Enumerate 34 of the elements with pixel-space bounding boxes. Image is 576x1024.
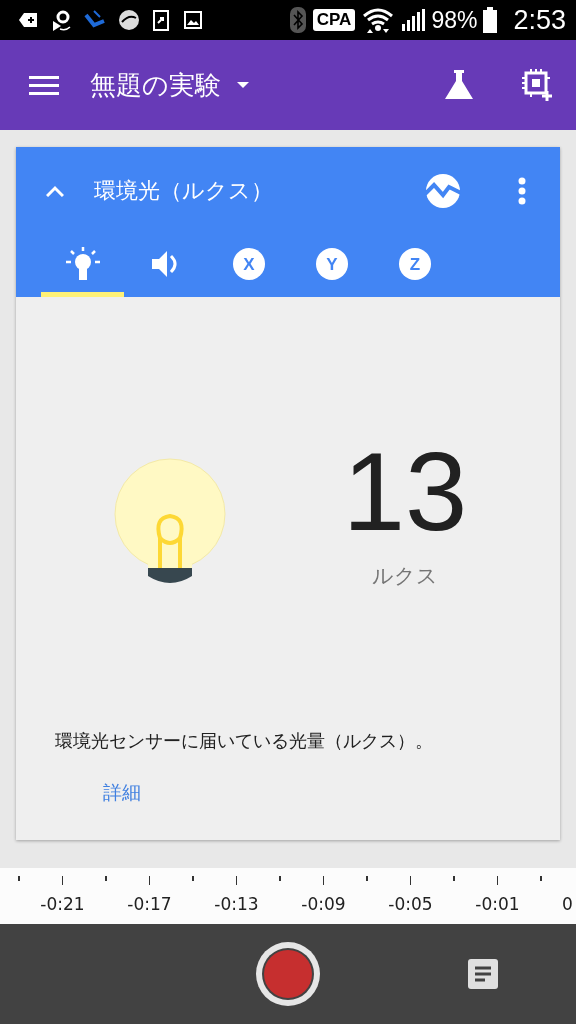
axis-icon: Y <box>314 246 349 281</box>
carrier-badge: CPA <box>312 9 356 31</box>
sensor-tab[interactable]: Y <box>290 235 373 297</box>
flask-icon <box>444 69 474 101</box>
time-label: -0:13 <box>213 894 260 914</box>
sensor-tab[interactable]: X <box>207 235 290 297</box>
axis-icon: X <box>231 246 266 281</box>
details-link[interactable]: 詳細 <box>103 780 141 804</box>
time-label: -0:05 <box>387 894 434 914</box>
sensor-value: 13 <box>342 436 468 548</box>
sensor-title: 環境光（ルクス） <box>94 177 273 205</box>
lightbulb-icon <box>64 246 101 281</box>
clock-time: 2:53 <box>513 4 566 36</box>
unit-label: ルクス <box>372 563 438 590</box>
sensor-description: 環境光センサーに届いている光量（ルクス）。 <box>55 729 434 753</box>
axis-icon: Z <box>397 246 432 281</box>
time-label: -0:09 <box>300 894 347 914</box>
time-label: 0 <box>561 894 574 914</box>
more-icon <box>518 177 526 205</box>
battery-icon <box>483 7 498 33</box>
graph-icon <box>425 173 461 209</box>
caret-icon <box>237 81 249 89</box>
signal-icon <box>401 8 426 32</box>
time-label: -0:01 <box>474 894 521 914</box>
image-icon <box>182 9 204 31</box>
experiment-title-dropdown[interactable]: 無題の実験 <box>90 67 249 103</box>
note-icon <box>468 959 498 989</box>
time-label: -0:17 <box>126 894 173 914</box>
sensor-tab[interactable]: Z <box>373 235 456 297</box>
menu-icon <box>29 74 59 96</box>
bluetooth-icon <box>288 6 307 34</box>
time-label: -0:21 <box>39 894 86 914</box>
battery-percent: 98% <box>431 6 478 34</box>
chip-plus-icon <box>522 69 554 101</box>
